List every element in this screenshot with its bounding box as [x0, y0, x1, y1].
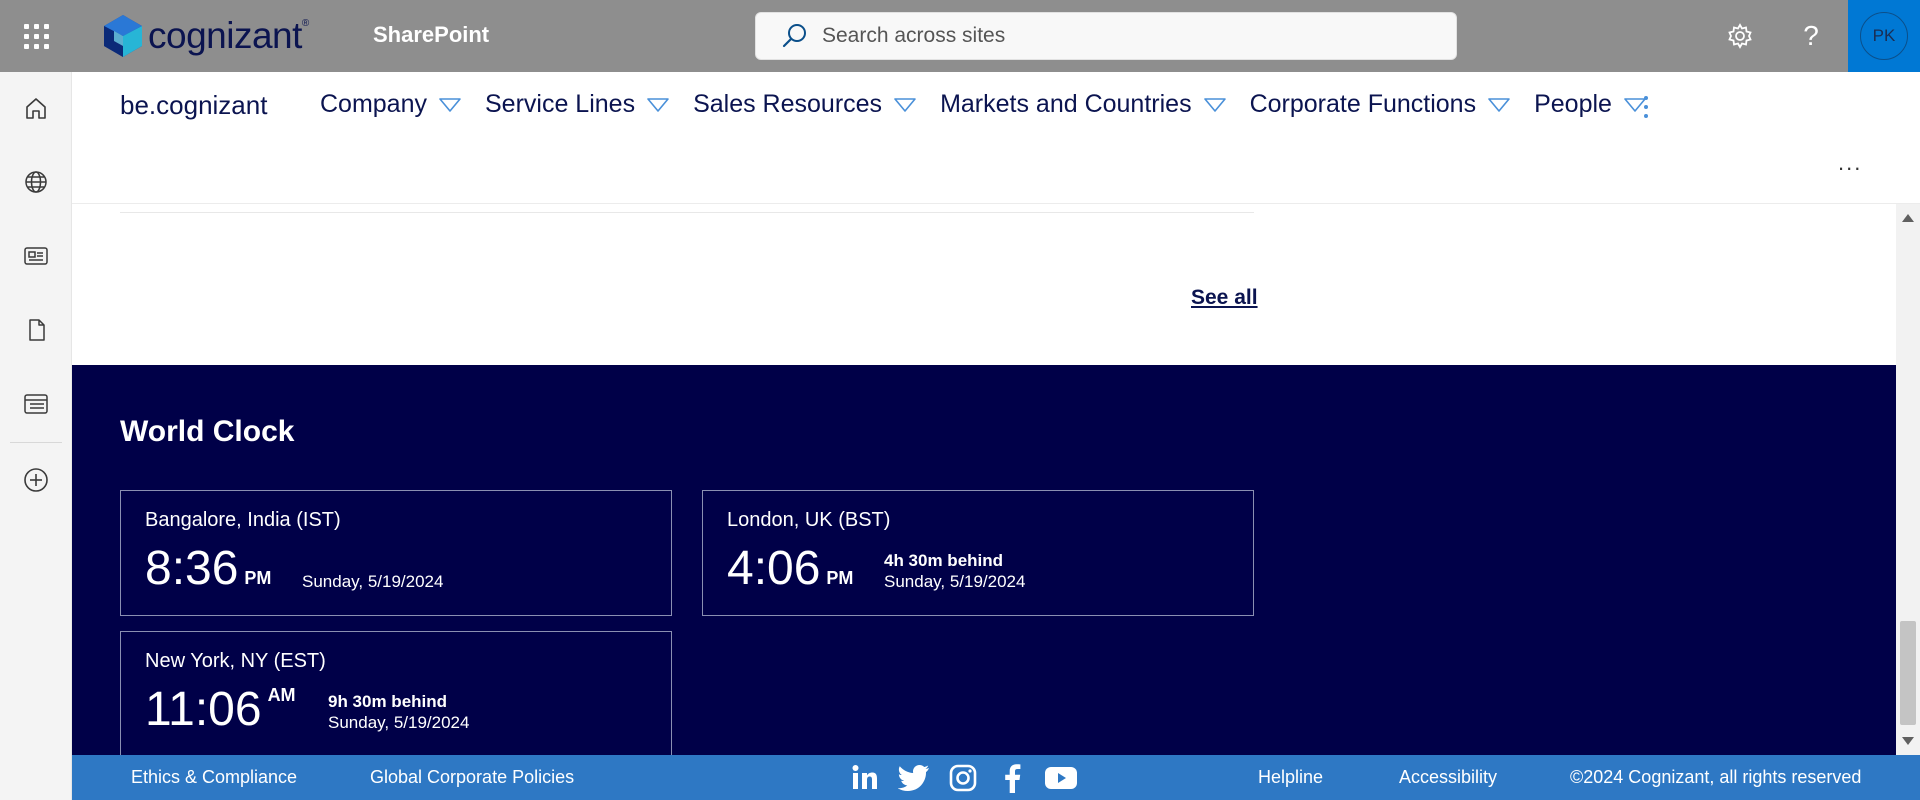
help-button[interactable]: ?: [1793, 18, 1829, 54]
clock-ampm: PM: [244, 568, 272, 588]
nav-label: People: [1534, 90, 1612, 118]
nav-label: Company: [320, 90, 427, 118]
question-mark-icon: ?: [1803, 20, 1819, 51]
world-clock-title: World Clock: [120, 415, 295, 448]
site-footer: Ethics & Compliance Global Corporate Pol…: [72, 755, 1920, 800]
scroll-up-arrow-icon[interactable]: [1902, 214, 1914, 222]
chevron-down-icon[interactable]: [894, 97, 916, 112]
clock-city: London, UK (BST): [727, 509, 891, 531]
clock-offset: 4h 30m behind: [884, 551, 1004, 570]
nav-label: Service Lines: [485, 90, 636, 118]
scroll-down-arrow-icon[interactable]: [1902, 737, 1914, 745]
nav-label: Markets and Countries: [940, 90, 1192, 118]
footer-link-accessibility[interactable]: Accessibility: [1399, 767, 1497, 788]
nav-label: Corporate Functions: [1249, 90, 1477, 118]
chevron-down-icon[interactable]: [647, 97, 669, 112]
rail-news-button[interactable]: [0, 228, 72, 284]
clock-city: Bangalore, India (IST): [145, 509, 341, 531]
search-icon: [782, 24, 806, 48]
home-icon: [26, 98, 46, 119]
nav-label: Sales Resources: [693, 90, 883, 118]
facebook-icon[interactable]: [995, 761, 1029, 795]
rail-create-button[interactable]: [0, 452, 72, 508]
social-links: [848, 761, 1093, 795]
avatar: PK: [1860, 12, 1908, 60]
waffle-icon: [23, 23, 49, 49]
settings-button[interactable]: [1722, 18, 1758, 54]
chevron-down-icon[interactable]: [1488, 97, 1510, 112]
youtube-icon[interactable]: [1044, 761, 1078, 795]
add-circle-icon: [24, 468, 48, 492]
chevron-down-icon[interactable]: [1203, 97, 1226, 112]
nav-markets-and-countries[interactable]: Markets and Countries: [940, 90, 1226, 119]
brand-name: cognizant: [148, 15, 302, 56]
chevron-down-icon[interactable]: [439, 97, 461, 112]
site-header: be.cognizant Company Service Lines Sales…: [72, 72, 1920, 204]
cognizant-logo[interactable]: cognizant ®: [100, 12, 309, 60]
footer-link-helpline[interactable]: Helpline: [1258, 767, 1323, 788]
twitter-icon[interactable]: [897, 761, 931, 795]
account-manager-button[interactable]: PK: [1848, 0, 1920, 72]
nav-company[interactable]: Company: [320, 90, 461, 119]
nav-overflow-button[interactable]: [1640, 92, 1652, 122]
list-icon: [24, 394, 48, 414]
search-box[interactable]: [755, 12, 1457, 60]
news-divider: [120, 212, 1254, 213]
nav-service-lines[interactable]: Service Lines: [485, 90, 669, 119]
page-content: See all World Clock Bangalore, India (IS…: [72, 204, 1896, 755]
clock-card-london: London, UK (BST) 4:06 PM 4h 30m behind Su…: [702, 490, 1254, 616]
footer-link-ethics[interactable]: Ethics & Compliance: [131, 767, 297, 788]
clock-card-new-york: New York, NY (EST) 11:06 AM 9h 30m behind…: [120, 631, 672, 755]
app-bar: [0, 72, 72, 800]
rail-sites-button[interactable]: [0, 154, 72, 210]
top-navigation: Company Service Lines Sales Resources Ma…: [320, 90, 1670, 119]
clock-card-bangalore: Bangalore, India (IST) 8:36 PM Sunday, 5/…: [120, 490, 672, 616]
rail-lists-button[interactable]: [0, 376, 72, 432]
site-title[interactable]: be.cognizant: [120, 90, 267, 121]
app-name[interactable]: SharePoint: [373, 22, 489, 48]
rail-home-button[interactable]: [0, 80, 72, 136]
app-launcher-button[interactable]: [0, 0, 72, 72]
rail-files-button[interactable]: [0, 302, 72, 358]
clock-city: New York, NY (EST): [145, 650, 326, 672]
gear-icon: [1728, 23, 1752, 49]
search-input[interactable]: [822, 24, 1422, 48]
clock-time: 11:06: [145, 683, 262, 736]
rail-divider: [10, 442, 62, 443]
page-scrollbar[interactable]: [1896, 204, 1920, 755]
linkedin-icon[interactable]: [848, 761, 882, 795]
document-icon: [29, 319, 45, 341]
see-all-link[interactable]: See all: [1191, 286, 1258, 310]
clock-ampm: AM: [267, 685, 296, 705]
clock-time: 8:36: [145, 542, 239, 595]
world-clock-section: World Clock Bangalore, India (IST) 8:36 P…: [72, 365, 1896, 755]
nav-people[interactable]: People: [1534, 90, 1646, 119]
instagram-icon[interactable]: [946, 761, 980, 795]
clock-date: Sunday, 5/19/2024: [328, 713, 470, 732]
footer-link-policies[interactable]: Global Corporate Policies: [370, 767, 574, 788]
clock-date: Sunday, 5/19/2024: [302, 572, 444, 591]
news-icon: [24, 247, 48, 265]
clock-date: Sunday, 5/19/2024: [884, 572, 1026, 591]
cognizant-logo-mark-icon: [104, 15, 142, 57]
more-actions-button[interactable]: ...: [1838, 150, 1862, 176]
nav-sales-resources[interactable]: Sales Resources: [693, 90, 916, 119]
clock-ampm: PM: [826, 568, 854, 588]
scrollbar-thumb[interactable]: [1900, 621, 1916, 725]
globe-icon: [25, 171, 47, 193]
clock-offset: 9h 30m behind: [328, 692, 448, 711]
nav-corporate-functions[interactable]: Corporate Functions: [1250, 90, 1511, 119]
clock-time: 4:06: [727, 542, 821, 595]
copyright-text: ©2024 Cognizant, all rights reserved: [1570, 767, 1862, 787]
suite-bar: cognizant ® SharePoint ? PK: [0, 0, 1920, 72]
